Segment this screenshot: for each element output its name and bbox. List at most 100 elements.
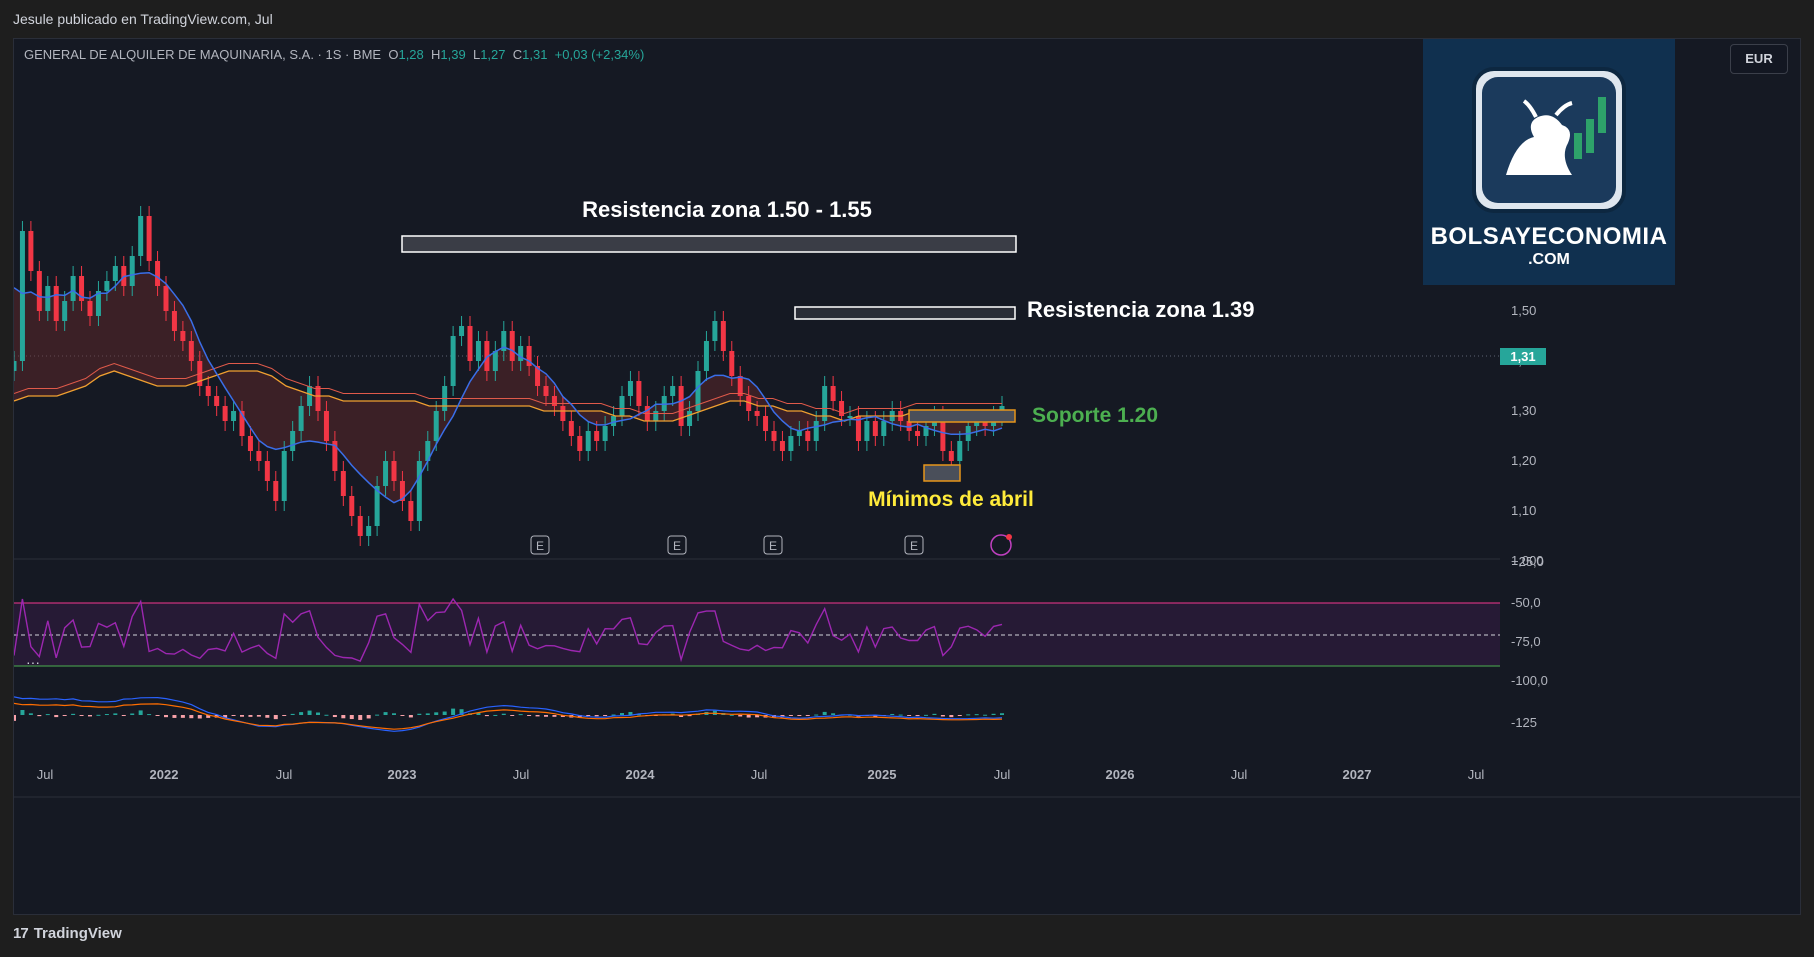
currency-button[interactable]: EUR (1730, 44, 1788, 74)
time-tick-label: Jul (1468, 767, 1485, 782)
time-tick-label: Jul (276, 767, 293, 782)
macd-histogram-bar (425, 713, 430, 715)
macd-histogram-bar (940, 715, 945, 717)
macd-histogram-bar (62, 715, 67, 716)
macd-histogram-bar (96, 714, 101, 716)
time-tick-label: 2022 (150, 767, 179, 782)
candle-body (492, 351, 498, 371)
macd-histogram-bar (155, 715, 160, 716)
tradingview-footer[interactable]: 17 TradingView (13, 925, 122, 942)
publisher-bar: Jesule publicado en TradingView.com, Jul (0, 0, 1814, 38)
candle-body (231, 411, 237, 421)
macd-histogram-bar (392, 713, 396, 715)
candle-body (670, 386, 676, 396)
candle-body (779, 441, 785, 451)
resistance-zone-139 (794, 306, 1016, 320)
candle-body (247, 436, 253, 451)
macd-histogram-bar (527, 715, 532, 716)
candle-body (298, 406, 304, 431)
candle-body (551, 396, 557, 406)
time-tick-label: 2025 (868, 767, 897, 782)
candle-body (475, 341, 481, 361)
annotation-label: Resistencia zona 1.39 (1027, 297, 1254, 322)
candle-body (543, 386, 549, 396)
macd-histogram-bar (28, 713, 33, 715)
candle-body (585, 431, 591, 451)
time-tick-label: Jul (1231, 767, 1248, 782)
macd-histogram-bar (484, 715, 489, 717)
time-tick-label: Jul (513, 767, 530, 782)
symbol-name: GENERAL DE ALQUILER DE MAQUINARIA, S.A. … (24, 47, 382, 62)
macd-histogram-bar (20, 710, 25, 715)
candle-body (813, 421, 819, 441)
candle-body (771, 431, 777, 441)
chart-panel[interactable]: 1,801,701,601,501,401,301,201,101,000Res… (13, 38, 1801, 915)
candle-body (256, 451, 262, 461)
macd-histogram-bar (290, 713, 295, 715)
candle-body (881, 421, 887, 436)
macd-histogram-bar (493, 714, 498, 716)
candle-body (53, 286, 59, 321)
macd-histogram-bar (924, 714, 928, 716)
time-tick-label: 2026 (1106, 767, 1135, 782)
candle-body (171, 311, 177, 331)
time-tick-label: 2024 (626, 767, 656, 782)
macd-signal-line (14, 702, 1003, 730)
macd-histogram-bar (189, 715, 194, 719)
macd-histogram-bar (788, 715, 793, 716)
candle-body (594, 431, 600, 441)
candle-body (70, 276, 76, 301)
macd-histogram-bar (966, 714, 971, 716)
time-tick-label: 2027 (1343, 767, 1372, 782)
price-tick-label: 1,50 (1511, 303, 1536, 318)
candle-body (36, 271, 42, 311)
candle-body (163, 286, 169, 311)
macd-histogram-bar (949, 715, 954, 718)
candle-body (188, 341, 194, 361)
macd-histogram-bar (172, 715, 177, 718)
macd-histogram-bar (265, 715, 270, 718)
macd-histogram-bar (358, 715, 363, 720)
candle-body (180, 331, 186, 341)
annotation-label: Resistencia zona 1.50 - 1.55 (582, 197, 872, 222)
candle-body (104, 281, 110, 291)
candle-body (205, 386, 211, 396)
candle-body (433, 411, 439, 441)
macd-histogram-bar (366, 715, 371, 719)
macd-histogram-bar (231, 715, 236, 716)
macd-histogram-bar (256, 715, 261, 717)
annotation-label: Soporte 1.20 (1032, 404, 1158, 427)
candle-body (839, 401, 845, 416)
high-label: H (431, 47, 441, 62)
macd-histogram-bar (729, 714, 734, 716)
price-tick-label: 1,20 (1511, 453, 1536, 468)
macd-histogram-bar (383, 712, 388, 715)
candle-body (155, 261, 161, 286)
close-value: 1,31 (522, 47, 548, 62)
candle-body (467, 326, 473, 361)
more-dots-icon[interactable]: ··· (26, 654, 40, 670)
macd-histogram-bar (974, 714, 979, 716)
macd-histogram-bar (1000, 713, 1004, 715)
dividend-icon-dot (1006, 534, 1012, 540)
candle-body (720, 321, 726, 351)
candle-body (619, 396, 625, 416)
candle-body (678, 386, 684, 426)
candle-body (323, 411, 329, 441)
candle-body (948, 451, 954, 461)
macd-histogram-bar (510, 715, 515, 716)
macd-histogram-bar (552, 715, 557, 717)
annotation-label: Mínimos de abril (868, 488, 1034, 511)
rsi-top-tick: −25,0 (1511, 554, 1544, 569)
macd-histogram-bar (121, 715, 126, 716)
price-tick-label: 1,10 (1511, 503, 1536, 518)
candle-body (518, 346, 524, 361)
candle-body (62, 301, 68, 321)
macd-histogram-bar (332, 715, 337, 718)
candle-body (28, 231, 34, 271)
macd-histogram-bar (594, 715, 599, 717)
candle-body (712, 321, 718, 341)
macd-histogram-bar (898, 714, 903, 716)
macd-histogram-bar (307, 710, 312, 715)
candle-body (560, 406, 566, 421)
